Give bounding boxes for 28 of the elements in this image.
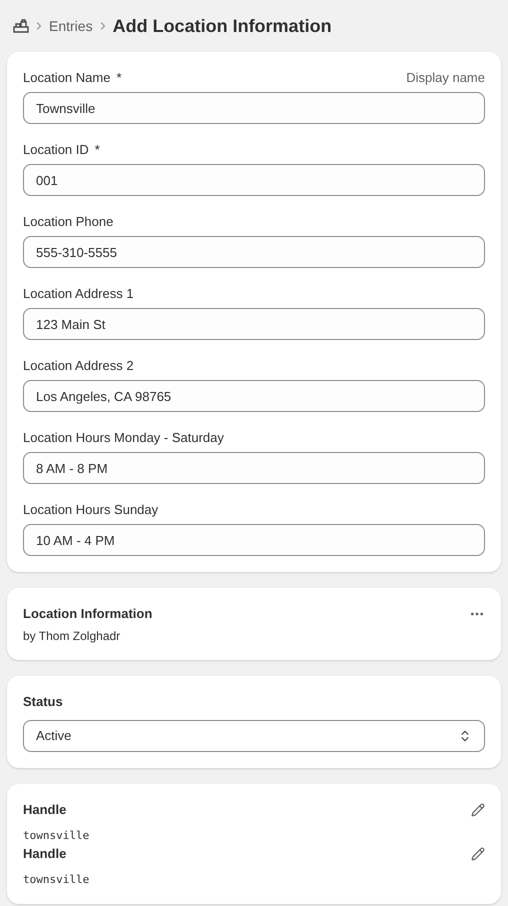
field-label: Location ID * <box>23 141 100 159</box>
text-field[interactable]: 001 <box>23 164 485 196</box>
page-title: Add Location Information <box>112 14 332 38</box>
text-field[interactable]: 10 AM - 4 PM <box>23 524 485 556</box>
text-field[interactable]: Los Angeles, CA 98765 <box>23 380 485 412</box>
edit-icon[interactable] <box>471 803 485 817</box>
text-field[interactable]: Townsville <box>23 92 485 124</box>
handle-label: Handle <box>23 845 66 863</box>
author-text: by Thom Zolghadr <box>23 628 122 644</box>
field-label: Location Address 1 <box>23 285 134 303</box>
field-label: Location Phone <box>23 213 114 231</box>
store-icon[interactable] <box>13 19 29 33</box>
card-title: Location Information <box>23 605 152 623</box>
status-select[interactable]: Active <box>23 720 485 752</box>
text-field[interactable]: 123 Main St <box>23 308 485 340</box>
edit-icon[interactable] <box>471 847 485 861</box>
field-label: Location Name * <box>23 69 122 87</box>
text-field[interactable]: 8 AM - 8 PM <box>23 452 485 484</box>
field-label: Location Address 2 <box>23 357 134 375</box>
field-label: Location Hours Monday - Saturday <box>23 429 224 447</box>
handle-value: townsville <box>23 872 90 888</box>
handle-label: Handle <box>23 801 66 819</box>
status-label: Status <box>23 693 64 711</box>
handle-value: townsville <box>23 828 90 844</box>
field-label: Location Hours Sunday <box>23 501 158 519</box>
text-field[interactable]: 555-310-5555 <box>23 236 485 268</box>
breadcrumb-link[interactable]: Entries <box>49 16 93 36</box>
field-hint: Display name <box>406 69 485 87</box>
